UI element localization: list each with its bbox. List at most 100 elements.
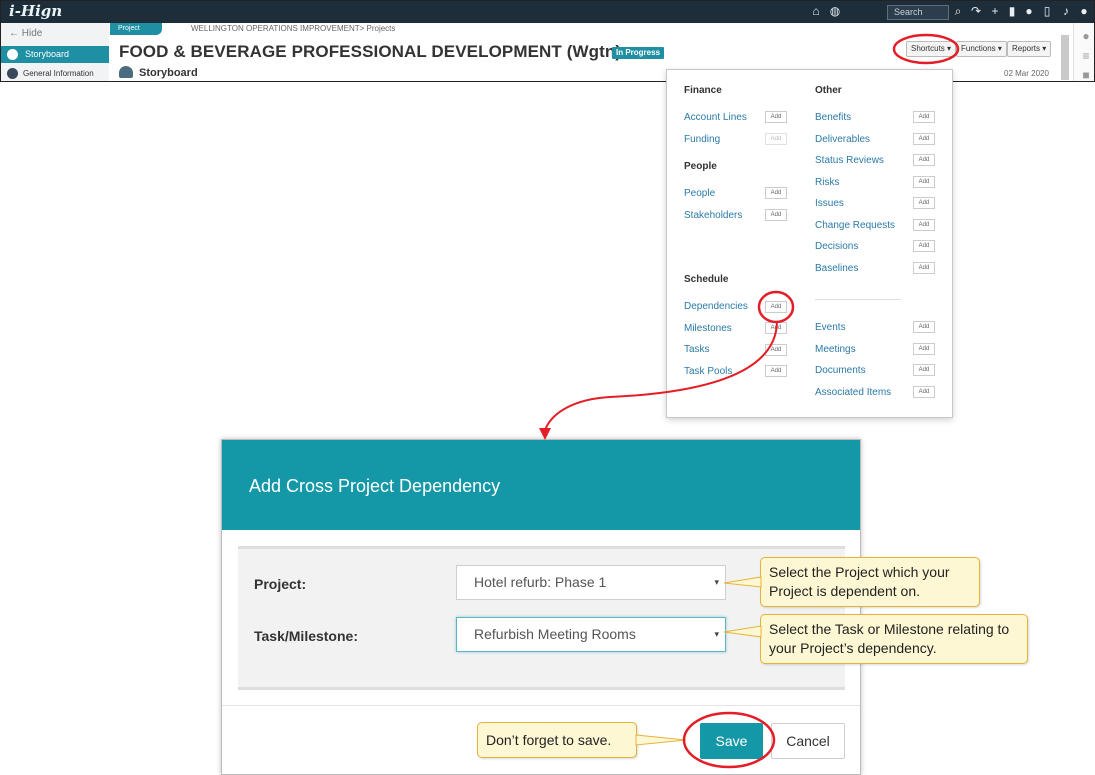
menu-item-status-reviews[interactable]: Status Reviews [815,155,884,166]
add-issues-button[interactable]: Add [913,197,935,209]
add-task-pools-button[interactable]: Add [765,365,787,377]
project-select[interactable]: Hotel refurb: Phase 1 ▾ [456,565,726,600]
home-icon[interactable]: ⌂ [809,4,823,18]
menu-item-milestones[interactable]: Milestones [684,323,732,334]
dialog-footer-divider [222,705,860,706]
scrollbar[interactable] [1061,35,1069,80]
chat-icon[interactable]: ● [1022,4,1036,18]
menu-item-risks[interactable]: Risks [815,177,839,188]
user-icon[interactable]: ● [1077,4,1091,18]
list-icon[interactable]: ≡ [1079,49,1093,63]
task-milestone-select[interactable]: Refurbish Meeting Rooms ▾ [456,617,726,652]
add-status-reviews-button[interactable]: Add [913,154,935,166]
breadcrumb-tab[interactable]: Project [110,23,162,35]
shortcuts-button[interactable]: Shortcuts ▾ [906,41,957,57]
sidebar: ← Hide Storyboard General Information [1,23,109,81]
menu-item-stakeholders[interactable]: Stakeholders [684,210,742,221]
menu-item-people[interactable]: People [684,188,715,199]
date-label: 02 Mar 2020 [1004,69,1049,78]
comment-icon[interactable]: ● [1079,29,1093,43]
reports-button[interactable]: Reports ▾ [1007,41,1052,57]
add-documents-button[interactable]: Add [913,364,935,376]
share-icon[interactable]: ↷ [969,4,983,18]
add-funding-button: Add [765,133,787,145]
menu-item-funding[interactable]: Funding [684,134,720,145]
add-deliverables-button[interactable]: Add [913,133,935,145]
top-navbar: i-Hign ⌂ ◍ Search ⌕ ↷ + ▮ ● ▯ ♪ ● [1,1,1094,23]
subtitle-text: Storyboard [139,67,198,79]
chevron-down-icon: ▾ [714,577,719,587]
add-benefits-button[interactable]: Add [913,111,935,123]
add-change-requests-button[interactable]: Add [913,219,935,231]
search-input[interactable]: Search [887,5,949,20]
add-account-lines-button[interactable]: Add [765,111,787,123]
add-decisions-button[interactable]: Add [913,240,935,252]
menu-item-dependencies[interactable]: Dependencies [684,301,748,312]
dialog-header: Add Cross Project Dependency [222,440,860,530]
cancel-button[interactable]: Cancel [771,723,845,759]
save-callout: Don’t forget to save. [477,722,637,758]
add-stakeholders-button[interactable]: Add [765,209,787,221]
menu-divider [815,299,901,300]
add-meetings-button[interactable]: Add [913,343,935,355]
dashboard-icon [7,49,18,60]
info-icon [7,68,18,79]
bookmark-icon[interactable]: ▮ [1005,4,1019,18]
add-people-button[interactable]: Add [765,187,787,199]
task-milestone-label: Task/Milestone: [254,628,358,644]
app-logo: i-Hign [9,2,63,20]
save-button[interactable]: Save [700,723,763,759]
task-callout: Select the Task or Milestone relating to… [760,614,1028,664]
menu-item-baselines[interactable]: Baselines [815,263,858,274]
menu-item-decisions[interactable]: Decisions [815,241,858,252]
sidebar-item-general-information[interactable]: General Information [1,65,109,81]
project-label: Project: [254,576,307,592]
finance-heading: Finance [684,85,722,96]
menu-item-change-requests[interactable]: Change Requests [815,220,895,231]
bell-icon[interactable]: ♪ [1059,4,1073,18]
people-heading: People [684,161,717,172]
breadcrumb[interactable]: WELLINGTON OPERATIONS IMPROVEMENT> Proje… [191,24,395,33]
sidebar-item-label: Storyboard [25,49,70,59]
add-dependencies-button[interactable]: Add [765,301,787,313]
chevron-down-icon: ▾ [714,629,719,639]
menu-item-tasks[interactable]: Tasks [684,344,710,355]
page-subtitle: Storyboard [119,66,198,79]
menu-item-events[interactable]: Events [815,322,846,333]
menu-item-account-lines[interactable]: Account Lines [684,112,747,123]
hide-sidebar-link[interactable]: ← Hide [1,25,109,43]
schedule-heading: Schedule [684,274,729,285]
add-events-button[interactable]: Add [913,321,935,333]
add-tasks-button[interactable]: Add [765,344,787,356]
project-select-value: Hotel refurb: Phase 1 [474,574,607,590]
menu-item-meetings[interactable]: Meetings [815,344,856,355]
menu-item-documents[interactable]: Documents [815,365,866,376]
menu-item-associated-items[interactable]: Associated Items [815,387,891,398]
menu-item-issues[interactable]: Issues [815,198,844,209]
add-risks-button[interactable]: Add [913,176,935,188]
dialog-body: Project: Hotel refurb: Phase 1 ▾ Task/Mi… [238,546,845,690]
add-associated-items-button[interactable]: Add [913,386,935,398]
menu-item-benefits[interactable]: Benefits [815,112,851,123]
shortcuts-menu: Finance Account Lines Add Funding Add Pe… [666,69,953,418]
globe-icon[interactable]: ◍ [828,4,842,18]
task-select-value: Refurbish Meeting Rooms [474,626,636,642]
plus-icon[interactable]: + [988,4,1002,18]
lock-icon[interactable]: ■ [1079,68,1093,81]
project-callout: Select the Project which your Project is… [760,557,980,607]
menu-item-task-pools[interactable]: Task Pools [684,366,732,377]
functions-button[interactable]: Functions ▾ [956,41,1007,57]
menu-item-deliverables[interactable]: Deliverables [815,134,870,145]
search-icon[interactable]: ⌕ [951,4,965,18]
other-heading: Other [815,85,842,96]
sidebar-item-label: General Information [23,69,94,78]
page-title: FOOD & BEVERAGE PROFESSIONAL DEVELOPMENT… [119,42,622,61]
storyboard-icon [119,66,133,78]
add-baselines-button[interactable]: Add [913,262,935,274]
add-milestones-button[interactable]: Add [765,322,787,334]
sidebar-item-storyboard[interactable]: Storyboard [1,46,109,63]
dialog-title: Add Cross Project Dependency [249,476,501,496]
document-icon[interactable]: ▯ [1040,4,1054,18]
right-rail: ● ≡ ■ [1073,23,1094,81]
status-badge: In Progress [612,47,665,59]
